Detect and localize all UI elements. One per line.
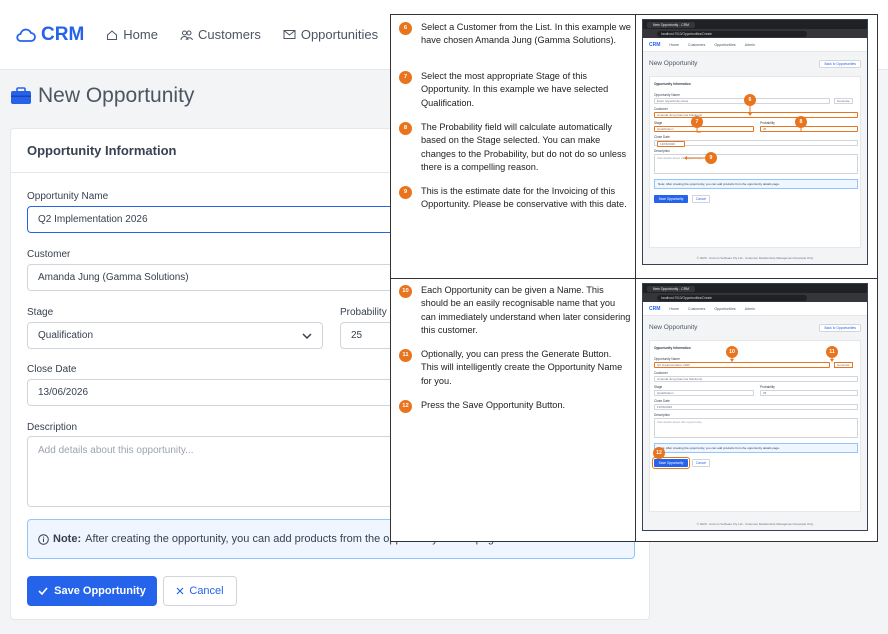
step-text: This is the estimate date for the Invoic… — [421, 186, 627, 210]
step-7: 7 Select the most appropriate Stage of th… — [399, 70, 631, 110]
customer-value: Amanda Jung (Gamma Solutions) — [38, 272, 189, 283]
stage-select[interactable]: Qualification — [27, 322, 323, 349]
mini-arrows-bottom — [658, 358, 834, 459]
description-placeholder: Add details about this opportunity... — [38, 445, 194, 456]
page-header: New Opportunity — [10, 84, 194, 108]
nav-home-label: Home — [123, 27, 158, 42]
step-number: 12 — [399, 400, 412, 413]
brand-logo[interactable]: CRM — [16, 24, 84, 46]
page-title: New Opportunity — [38, 84, 195, 107]
step-10: 10 Each Opportunity can be given a Name. … — [399, 284, 631, 338]
close-icon — [176, 587, 184, 595]
step-text: Select a Customer from the List. In this… — [421, 22, 631, 46]
step-text: Press the Save Opportunity Button. — [421, 400, 566, 410]
nav-customers[interactable]: Customers — [180, 27, 261, 42]
step-number: 7 — [399, 71, 412, 84]
step-9: 9 This is the estimate date for the Invoi… — [399, 185, 631, 212]
step-number: 8 — [399, 122, 412, 135]
envelope-icon — [283, 30, 296, 39]
step-text: Each Opportunity can be given a Name. Th… — [421, 285, 631, 336]
step-text: Select the most appropriate Stage of thi… — [421, 71, 609, 108]
overlay-divider-horizontal — [391, 278, 877, 279]
users-icon — [180, 30, 193, 40]
step-number: 6 — [399, 22, 412, 35]
nav-opportunities-label: Opportunities — [300, 27, 379, 42]
section-title: Opportunity Information — [27, 143, 177, 158]
chevron-down-icon — [302, 332, 312, 339]
cloud-icon — [16, 28, 36, 42]
description-label: Description — [27, 422, 78, 433]
cancel-button[interactable]: Cancel — [163, 576, 237, 606]
callout-8: 8 — [795, 116, 807, 128]
note-bold: Note: — [53, 533, 82, 545]
customer-label: Customer — [27, 249, 71, 260]
mini-screenshot-top: New Opportunity - CRM localhost:7010/Opp… — [642, 19, 868, 265]
step-number: 9 — [399, 186, 412, 199]
save-label: Save Opportunity — [54, 585, 146, 597]
callout-12: 12 — [653, 447, 665, 459]
brand-name: CRM — [41, 23, 85, 45]
mini-screenshot-bottom: New Opportunity - CRM localhost:7010/Opp… — [642, 283, 868, 531]
name-label: Opportunity Name — [27, 191, 109, 202]
step-text: The Probability field will calculate aut… — [421, 122, 627, 173]
callout-9: 9 — [705, 152, 717, 164]
check-icon — [38, 587, 48, 595]
cancel-label: Cancel — [189, 585, 224, 597]
name-value: Q2 Implementation 2026 — [38, 214, 148, 225]
instruction-overlay: 6 Select a Customer from the List. In thi… — [390, 14, 878, 542]
nav-customers-label: Customers — [197, 27, 261, 42]
step-12: 12 Press the Save Opportunity Button. — [399, 399, 631, 413]
mini-arrows-top — [684, 106, 802, 160]
callout-10: 10 — [726, 346, 738, 358]
probability-label: Probability — [340, 307, 387, 318]
callout-11: 11 — [826, 346, 838, 358]
close-date-label: Close Date — [27, 364, 77, 375]
home-icon — [107, 29, 118, 40]
stage-label: Stage — [27, 307, 54, 318]
step-number: 11 — [399, 349, 412, 362]
probability-value: 25 — [351, 330, 363, 341]
step-number: 10 — [399, 285, 412, 298]
briefcase-icon — [11, 87, 31, 104]
info-icon — [38, 533, 49, 545]
callout-7: 7 — [691, 116, 703, 128]
save-opportunity-button[interactable]: Save Opportunity — [27, 576, 157, 606]
step-text: Optionally, you can press the Generate B… — [421, 349, 623, 386]
step-8: 8 The Probability field will calculate au… — [399, 121, 631, 175]
nav-home[interactable]: Home — [106, 27, 158, 42]
stage-value: Qualification — [38, 330, 94, 341]
callout-6: 6 — [744, 94, 756, 106]
close-date-value: 13/06/2026 — [38, 387, 89, 398]
nav-opportunities[interactable]: Opportunities — [283, 27, 378, 42]
step-11: 11 Optionally, you can press the Generate… — [399, 348, 631, 388]
step-6: 6 Select a Customer from the List. In thi… — [399, 21, 631, 48]
